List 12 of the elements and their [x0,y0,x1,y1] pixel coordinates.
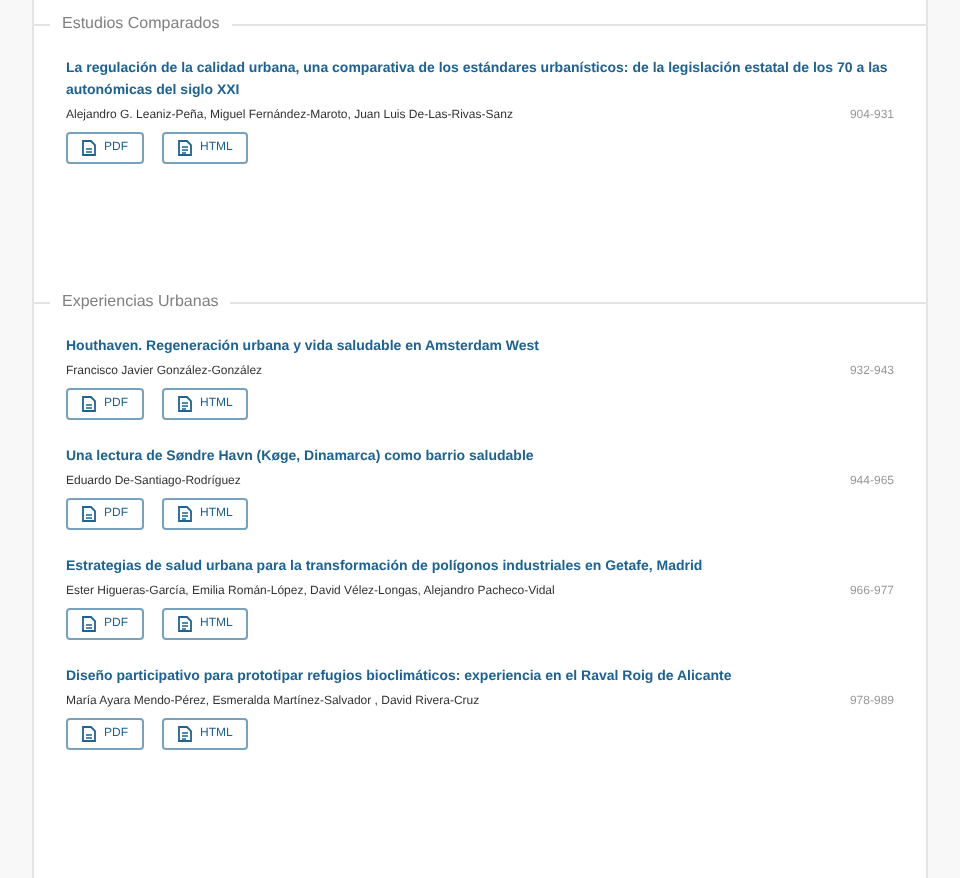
document-icon [82,616,96,632]
document-icon [82,506,96,522]
document-icon [178,726,192,742]
section-heading: Estudios Comparados [62,12,220,36]
document-icon [178,140,192,156]
document-icon [178,506,192,522]
document-icon [178,616,192,632]
document-icon [178,396,192,412]
document-icon [82,726,96,742]
document-icon [82,140,96,156]
document-icon [82,396,96,412]
section-heading: Experiencias Urbanas [62,290,219,314]
